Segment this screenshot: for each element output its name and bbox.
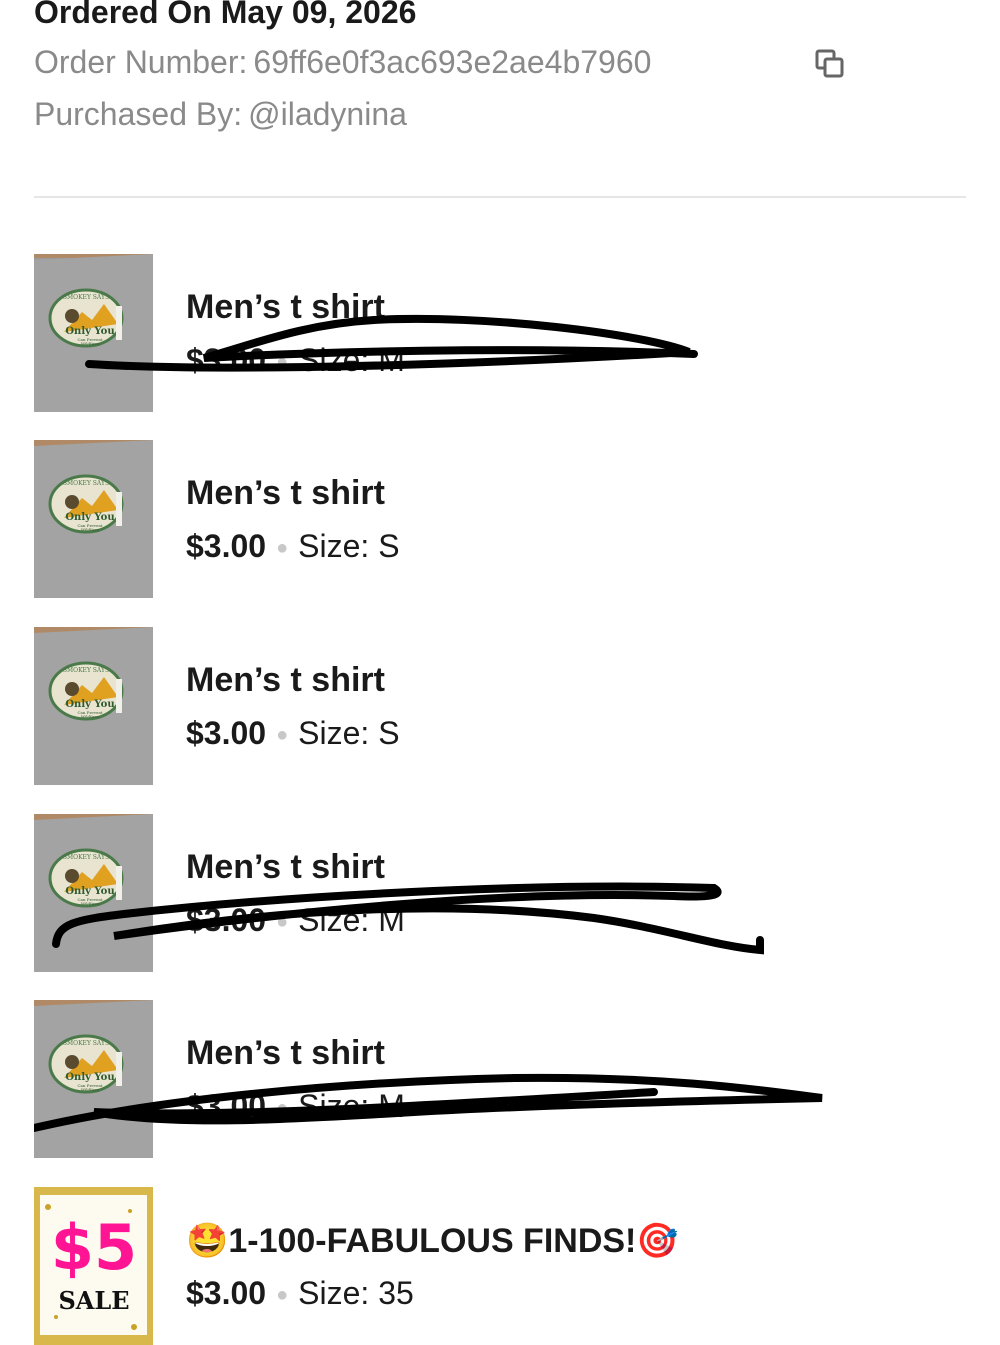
order-item[interactable]: SMOKEY SAYS Only You Can Prevent Wildfir… bbox=[34, 627, 974, 785]
thumb-slogan-sub2: Wildfires bbox=[81, 1087, 99, 1092]
thumb-slogan-text: Only You bbox=[65, 1072, 114, 1083]
item-details: $3.00 ● Size: S bbox=[186, 715, 400, 752]
item-price: $3.00 bbox=[186, 528, 267, 564]
order-item[interactable]: SMOKEY SAYS Only You Can Prevent Wildfir… bbox=[34, 814, 974, 972]
item-details: $3.00 ● Size: M bbox=[186, 1088, 405, 1125]
separator-dot: ● bbox=[276, 724, 289, 747]
scribble-redaction bbox=[52, 882, 764, 955]
item-thumbnail[interactable]: SMOKEY SAYS Only You Can Prevent Wildfir… bbox=[34, 440, 153, 598]
item-title[interactable]: Men’s t shirt bbox=[186, 474, 385, 513]
thumb-brand-text: SMOKEY SAYS bbox=[63, 854, 109, 861]
item-size-value: S bbox=[378, 715, 400, 751]
sale-word-text: SALE bbox=[58, 1286, 129, 1315]
separator-dot: ● bbox=[276, 911, 289, 934]
item-size-value: 35 bbox=[378, 1275, 414, 1311]
thumb-brand-text: SMOKEY SAYS bbox=[63, 667, 109, 674]
item-price: $3.00 bbox=[186, 342, 267, 378]
item-size-value: M bbox=[378, 902, 405, 938]
item-size-label: Size: bbox=[298, 1275, 370, 1311]
sale-price-text: $5 bbox=[51, 1211, 137, 1284]
order-number-value: 69ff6e0f3ac693e2ae4b7960 bbox=[253, 44, 652, 80]
item-size-label: Size: bbox=[298, 342, 370, 378]
item-title[interactable]: Men’s t shirt bbox=[186, 1034, 385, 1073]
item-details: $3.00 ● Size: 35 bbox=[186, 1275, 414, 1312]
order-item[interactable]: SMOKEY SAYS Only You Can Prevent Wildfir… bbox=[34, 1000, 974, 1158]
order-number-row: Order Number: 69ff6e0f3ac693e2ae4b7960 bbox=[34, 44, 651, 81]
thumb-slogan-text: Only You bbox=[65, 512, 114, 523]
item-price: $3.00 bbox=[186, 902, 267, 938]
divider bbox=[34, 196, 966, 198]
scribble-redaction bbox=[34, 1073, 823, 1132]
thumb-slogan-sub2: Wildfires bbox=[81, 901, 99, 906]
item-size-value: M bbox=[378, 342, 405, 378]
item-thumbnail[interactable]: $5 SALE bbox=[34, 1187, 153, 1345]
thumb-brand-text: SMOKEY SAYS bbox=[63, 480, 109, 487]
thumb-brand-text: SMOKEY SAYS bbox=[63, 294, 109, 301]
item-thumbnail[interactable]: SMOKEY SAYS Only You Can Prevent Wildfir… bbox=[34, 254, 153, 412]
item-price: $3.00 bbox=[186, 715, 267, 751]
copy-icon[interactable] bbox=[814, 48, 848, 82]
separator-dot: ● bbox=[276, 537, 289, 560]
item-title[interactable]: Men’s t shirt bbox=[186, 661, 385, 700]
thumb-slogan-text: Only You bbox=[65, 886, 114, 897]
order-item[interactable]: $5 SALE 🤩1-100-FABULOUS FINDS!🎯 $3.00 ● Si… bbox=[34, 1187, 974, 1345]
ordered-on-date: Ordered On May 09, 2026 bbox=[34, 0, 417, 30]
separator-dot: ● bbox=[276, 351, 289, 374]
item-thumbnail[interactable]: SMOKEY SAYS Only You Can Prevent Wildfir… bbox=[34, 1000, 153, 1158]
item-title[interactable]: Men’s t shirt bbox=[186, 848, 385, 887]
purchased-by-row: Purchased By: @iladynina bbox=[34, 96, 407, 133]
item-size-label: Size: bbox=[298, 715, 370, 751]
item-thumbnail[interactable]: SMOKEY SAYS Only You Can Prevent Wildfir… bbox=[34, 627, 153, 785]
thumb-brand-text: SMOKEY SAYS bbox=[63, 1040, 109, 1047]
scribble-redaction bbox=[85, 314, 698, 372]
thumb-slogan-text: Only You bbox=[65, 326, 114, 337]
order-item[interactable]: SMOKEY SAYS Only You Can Prevent Wildfir… bbox=[34, 254, 974, 412]
item-size-value: M bbox=[378, 1088, 405, 1124]
thumb-slogan-text: Only You bbox=[65, 699, 114, 710]
item-size-value: S bbox=[378, 528, 400, 564]
item-title[interactable]: Men’s t shirt bbox=[186, 288, 385, 327]
item-thumbnail[interactable]: SMOKEY SAYS Only You Can Prevent Wildfir… bbox=[34, 814, 153, 972]
order-item[interactable]: SMOKEY SAYS Only You Can Prevent Wildfir… bbox=[34, 440, 974, 598]
item-title[interactable]: 🤩1-100-FABULOUS FINDS!🎯 bbox=[186, 1221, 679, 1261]
item-price: $3.00 bbox=[186, 1088, 267, 1124]
order-number-label: Order Number: bbox=[34, 44, 248, 80]
buyer-username-link[interactable]: @iladynina bbox=[248, 96, 407, 132]
item-details: $3.00 ● Size: M bbox=[186, 902, 405, 939]
separator-dot: ● bbox=[276, 1284, 289, 1307]
item-size-label: Size: bbox=[298, 1088, 370, 1124]
purchased-by-label: Purchased By: bbox=[34, 96, 243, 132]
separator-dot: ● bbox=[276, 1097, 289, 1120]
thumb-slogan-sub2: Wildfires bbox=[81, 527, 99, 532]
item-details: $3.00 ● Size: S bbox=[186, 528, 400, 565]
item-size-label: Size: bbox=[298, 902, 370, 938]
thumb-slogan-sub2: Wildfires bbox=[81, 714, 99, 719]
thumb-slogan-sub2: Wildfires bbox=[81, 341, 99, 346]
item-size-label: Size: bbox=[298, 528, 370, 564]
item-details: $3.00 ● Size: M bbox=[186, 342, 405, 379]
item-price: $3.00 bbox=[186, 1275, 267, 1311]
